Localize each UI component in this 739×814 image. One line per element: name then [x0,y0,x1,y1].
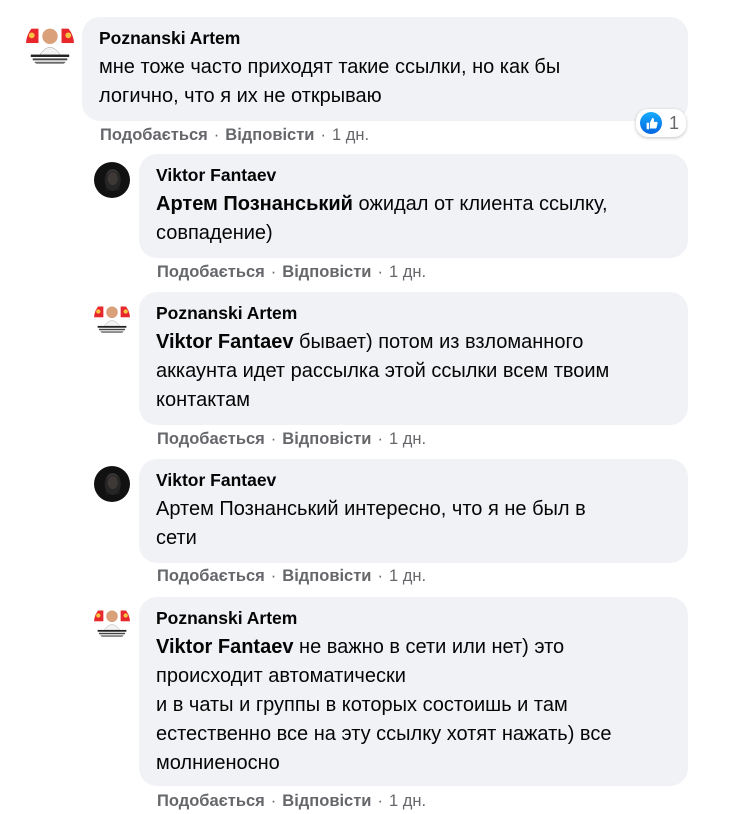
comment-author[interactable]: Viktor Fantaev [156,164,672,186]
comment-body: Артем Познанський интересно, что я не бы… [156,498,586,549]
like-button[interactable]: Подобається [100,126,208,144]
comment-bubble: Poznanski Artem Viktor Fantaev не важно … [139,597,688,786]
comment-author[interactable]: Poznanski Artem [156,302,672,324]
separator: · [213,126,220,144]
comment-actions: Подобається · Відповісти · 1 дн. [157,566,426,586]
separator: · [270,792,277,810]
separator: · [270,567,277,585]
reaction-count: 1 [669,112,680,133]
comment-text: Viktor Fantaev не важно в сети или нет) … [156,633,672,778]
timestamp[interactable]: 1 дн. [389,567,426,585]
comment-actions: Подобається · Відповісти · 1 дн. [100,125,369,145]
reply-button[interactable]: Відповісти [282,567,371,585]
reply-button[interactable]: Відповісти [225,126,314,144]
comment-author[interactable]: Poznanski Artem [99,27,672,49]
comment-bubble: Viktor Fantaev Артем Познанський интерес… [139,459,688,563]
separator: · [270,430,277,448]
like-button[interactable]: Подобається [157,430,265,448]
comment-bubble: Viktor Fantaev Артем Познанський ожидал … [139,154,688,258]
separator: · [377,263,383,281]
mention-link[interactable]: Viktor Fantaev [156,331,293,353]
mention-link[interactable]: Артем Познанський [156,193,353,215]
mention-link[interactable]: Viktor Fantaev [156,636,293,658]
timestamp[interactable]: 1 дн. [332,126,369,144]
avatar[interactable] [94,300,130,336]
reaction-summary[interactable]: 1 [636,109,687,137]
comment-text: Артем Познанський ожидал от клиента ссыл… [156,190,672,248]
like-button[interactable]: Подобається [157,263,265,281]
timestamp[interactable]: 1 дн. [389,792,426,810]
timestamp[interactable]: 1 дн. [389,430,426,448]
timestamp[interactable]: 1 дн. [389,263,426,281]
reply-button[interactable]: Відповісти [282,792,371,810]
avatar[interactable] [94,466,130,502]
comment-bubble: Poznanski Artem мне тоже часто приходят … [82,17,688,121]
separator: · [320,126,326,144]
avatar[interactable] [94,162,130,198]
avatar[interactable] [94,604,130,640]
comment-text: Viktor Fantaev бывает) потом из взломанн… [156,328,672,415]
like-button[interactable]: Подобається [157,567,265,585]
comment-author[interactable]: Viktor Fantaev [156,469,672,491]
comment-actions: Подобається · Відповісти · 1 дн. [157,791,426,811]
comment-actions: Подобається · Відповісти · 1 дн. [157,429,426,449]
comment-text: мне тоже часто приходят такие ссылки, но… [99,53,672,111]
reply-button[interactable]: Відповісти [282,263,371,281]
comment-bubble: Poznanski Artem Viktor Fantaev бывает) п… [139,292,688,425]
avatar[interactable] [26,20,74,68]
comment-actions: Подобається · Відповісти · 1 дн. [157,262,426,282]
separator: · [377,792,383,810]
comment-author[interactable]: Poznanski Artem [156,607,672,629]
separator: · [270,263,277,281]
like-button[interactable]: Подобається [157,792,265,810]
separator: · [377,430,383,448]
comment-text: Артем Познанський интересно, что я не бы… [156,495,672,553]
like-icon [640,112,662,134]
separator: · [377,567,383,585]
reply-button[interactable]: Відповісти [282,430,371,448]
comment-body: мне тоже часто приходят такие ссылки, но… [99,56,561,107]
